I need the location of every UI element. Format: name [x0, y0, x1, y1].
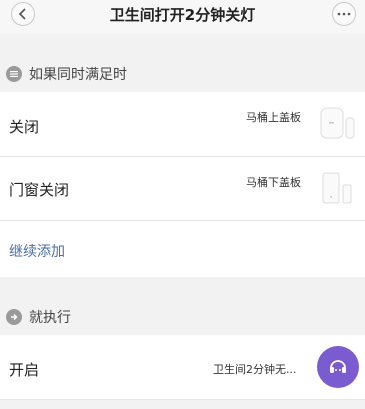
condition-row-2[interactable]: 门窗关闭 马桶下盖板 [0, 157, 365, 220]
condition-label: 关闭 [9, 118, 40, 136]
page-title: 卫生间打开2分钟关灯 [109, 6, 256, 24]
condition-label: 门窗关闭 [9, 181, 70, 199]
condition-device-name: 马桶上盖板 [246, 111, 301, 124]
action-label: 开启 [9, 361, 40, 379]
action-row-1[interactable]: 开启 卫生间2分钟无... [0, 335, 365, 399]
bottom-spacer [0, 400, 365, 409]
chevron-left-icon [18, 8, 26, 20]
automation-edit-page: 卫生间打开2分钟关灯 如果同时满足时 关闭 马桶上盖板 门窗关闭 马桶下盖板 继… [0, 0, 365, 409]
arrow-right-icon [6, 309, 22, 325]
actions-section-header: 就执行 [0, 299, 365, 335]
add-condition-row[interactable]: 继续添加 [0, 221, 365, 277]
door-sensor-icon [322, 172, 352, 204]
actions-section-label: 就执行 [29, 310, 71, 326]
action-device-name: 卫生间2分钟无... [213, 363, 297, 376]
add-condition-link[interactable]: 继续添加 [9, 241, 65, 261]
conditions-section-header: 如果同时满足时 [0, 56, 365, 92]
condition-row-1[interactable]: 关闭 马桶上盖板 [0, 92, 365, 156]
ellipsis-icon [337, 12, 351, 16]
back-button[interactable] [11, 2, 35, 26]
header-bar: 卫生间打开2分钟关灯 [0, 0, 365, 34]
more-button[interactable] [332, 2, 356, 26]
scene-icon [330, 360, 346, 373]
conditions-section-label: 如果同时满足时 [29, 67, 127, 83]
list-icon [6, 66, 22, 82]
door-sensor-icon [320, 107, 355, 139]
condition-device-name: 马桶下盖板 [246, 176, 301, 189]
scene-button[interactable] [317, 346, 359, 388]
